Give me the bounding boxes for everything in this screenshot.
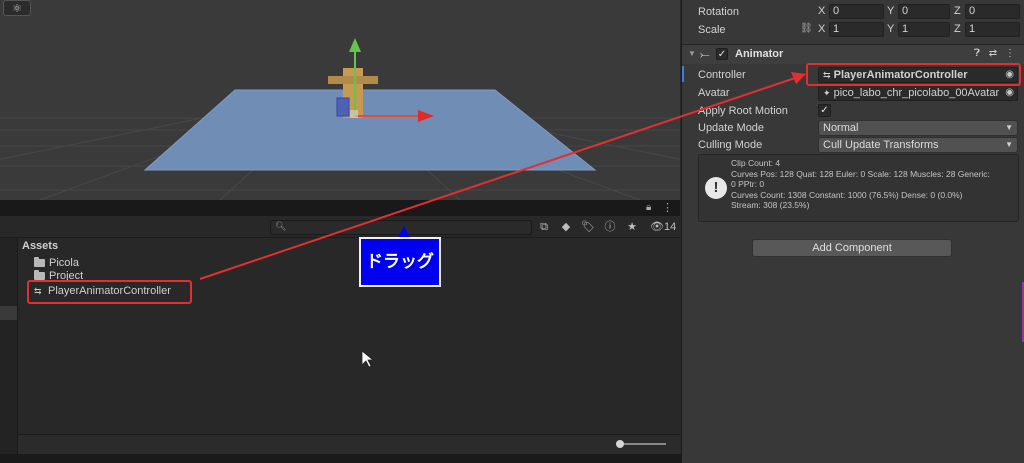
animator-title: Animator [735,48,784,60]
chevron-down-icon: ▼ [1005,140,1013,149]
project-toolbar: 🔍︎ ⧉ ◆ 🏷︎ ⓘ ★ 👁︎14 [0,216,680,238]
search-icon: 🔍︎ [275,221,287,231]
project-tab-bar: 🔒︎ ⋮ [0,200,680,216]
scale-x-field[interactable]: 1 [829,22,884,37]
update-mode-row: Update Mode Normal ▼ [682,119,1024,137]
scale-row: Scale ⛓ X 1 Y 1 Z 1 [682,21,1024,39]
x-label: X [818,5,826,17]
animator-info-box: ! Clip Count: 4 Curves Pos: 128 Quat: 12… [698,154,1019,222]
scale-y-field[interactable]: 1 [898,22,950,37]
visible-count[interactable]: 👁︎14 [650,220,676,233]
folder-icon [34,270,45,280]
y-label: Y [887,5,895,17]
component-menu-icon[interactable]: ⋮ [1004,48,1016,62]
visible-count-value: 14 [663,221,677,233]
update-mode-label: Update Mode [698,122,765,134]
apply-root-motion-row: Apply Root Motion ✓ [682,102,1024,120]
z-label: Z [954,5,961,17]
object-picker-icon[interactable]: ◉ [1005,86,1014,100]
constrain-proportions-icon[interactable]: ⛓ [800,23,813,34]
avatar-row: Avatar ✦ pico_labo_chr_picolabo_00Avatar… [682,84,1024,102]
rotation-z-field[interactable]: 0 [965,4,1020,19]
assets-title: Assets [22,240,59,252]
project-folder-tree[interactable] [0,238,18,463]
avatar-icon: ✦ [823,88,831,98]
culling-mode-label: Culling Mode [698,139,763,151]
animator-component-header[interactable]: ▼ ⤚ ✓ Animator ❓︎ ⇄ ⋮ [682,44,1024,64]
controller-label: Controller [698,69,746,81]
asset-label: Picola [49,257,79,269]
chevron-down-icon: ▼ [1005,123,1013,132]
drag-callout-label: ドラッグ [359,237,441,287]
add-component-button[interactable]: Add Component [752,239,952,257]
slider-knob[interactable] [616,440,624,448]
more-options-icon[interactable]: ⋮ [662,201,673,215]
unity-editor: ⚛ 🔒︎ ⋮ 🔍︎ ⧉ ◆ 🏷︎ ⓘ ★ 👁︎14 Assets Picola [0,0,1024,463]
scene-gizmo-button[interactable]: ⚛ [3,0,31,16]
info-line: Stream: 308 (23.5%) [731,200,810,210]
search-by-type-icon[interactable]: ⧉ [536,219,552,235]
filter-by-type-icon[interactable]: ◆ [558,219,574,235]
culling-mode-dropdown[interactable]: Cull Update Transforms ▼ [818,137,1018,153]
project-panel: 🔒︎ ⋮ 🔍︎ ⧉ ◆ 🏷︎ ⓘ ★ 👁︎14 Assets Picola Pr… [0,200,680,463]
info-line: 0 PPtr: 0 [731,179,765,189]
x-label: X [818,23,826,35]
rotation-x-field[interactable]: 0 [829,4,884,19]
mouse-cursor-icon [362,351,374,368]
z-label: Z [954,23,961,35]
animator-info-text: Clip Count: 4 Curves Pos: 128 Quat: 128 … [731,158,1015,211]
rotation-row: Rotation X 0 Y 0 Z 0 [682,3,1024,21]
preset-icon[interactable]: ⇄ [987,48,999,62]
scale-label: Scale [698,24,726,36]
info-line: Curves Pos: 128 Quat: 128 Euler: 0 Scale… [731,168,990,179]
avatar-field[interactable]: ✦ pico_labo_chr_picolabo_00Avatar ◉ [818,85,1018,101]
help-icon[interactable]: ❓︎ [971,48,983,62]
scene-view[interactable]: ⚛ [0,0,680,200]
filter-by-label-icon[interactable]: 🏷︎ [580,219,596,235]
info-exclamation-icon: ! [705,177,727,199]
folder-tree-selection [0,306,17,320]
avatar-label: Avatar [698,87,730,99]
avatar-value: pico_labo_chr_picolabo_00Avatar [833,87,1000,99]
favorites-star-icon[interactable]: ★ [624,219,640,235]
assets-area[interactable]: Assets Picola Project ⇆ PlayerAnimatorCo… [18,238,680,434]
animator-icon: ⤚ [700,47,710,61]
rotation-y-field[interactable]: 0 [898,4,950,19]
project-bottom-bar [18,434,680,454]
log-types-icon[interactable]: ⓘ [602,219,618,235]
info-line: Clip Count: 4 [731,158,781,168]
scene-canvas [0,0,680,200]
update-mode-dropdown[interactable]: Normal ▼ [818,120,1018,136]
update-mode-value: Normal [823,122,859,134]
source-highlight-box [27,280,192,304]
lock-icon[interactable]: 🔒︎ [646,202,658,214]
target-highlight-box [806,63,1021,86]
culling-mode-row: Culling Mode Cull Update Transforms ▼ [682,136,1024,154]
asset-item-picola[interactable]: Picola [34,256,79,270]
icon-size-slider[interactable] [616,440,666,448]
apply-root-motion-checkbox[interactable]: ✓ [818,104,831,117]
animator-enabled-checkbox[interactable]: ✓ [716,48,728,60]
rotation-label: Rotation [698,6,739,18]
eye-icon: 👁︎ [650,221,664,233]
apply-root-motion-label: Apply Root Motion [698,105,788,117]
info-line: Curves Count: 1308 Constant: 1000 (76.5%… [731,189,963,200]
scale-z-field[interactable]: 1 [965,22,1020,37]
foldout-arrow-icon[interactable]: ▼ [688,49,696,58]
culling-mode-value: Cull Update Transforms [823,139,939,151]
folder-icon [34,257,45,267]
y-label: Y [887,23,895,35]
